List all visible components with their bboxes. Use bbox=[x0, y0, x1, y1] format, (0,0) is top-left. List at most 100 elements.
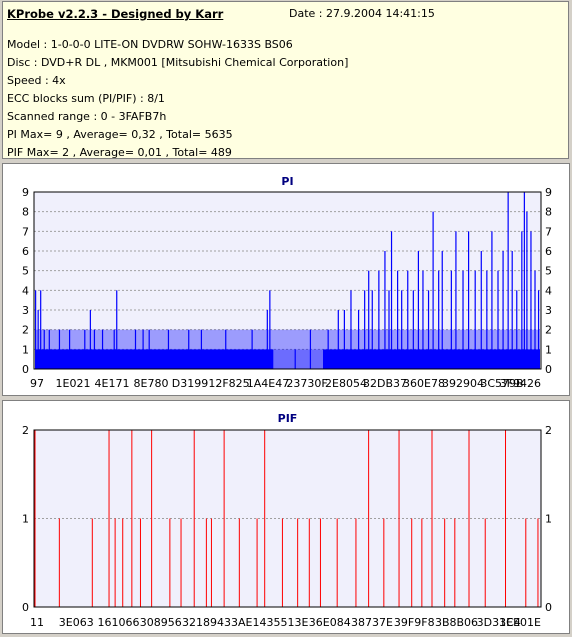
y-tick-label-right: 1 bbox=[545, 343, 552, 356]
x-tick-label: 3B8B06 bbox=[435, 616, 478, 629]
x-tick-label: 3E063 bbox=[59, 616, 94, 629]
pi-baseline-fill bbox=[35, 349, 274, 369]
data-bar bbox=[537, 290, 540, 369]
data-bar bbox=[264, 430, 266, 607]
data-bar bbox=[378, 270, 380, 369]
data-bar bbox=[294, 349, 296, 369]
x-tick-label: 2E8054 bbox=[325, 377, 367, 390]
data-bar bbox=[188, 329, 190, 369]
data-bar bbox=[530, 231, 532, 369]
y-tick-label-left: 0 bbox=[22, 363, 29, 376]
pi-band-fill bbox=[35, 329, 540, 350]
y-tick-label-left: 1 bbox=[22, 513, 29, 526]
data-bar bbox=[297, 518, 299, 607]
x-tick-label: 33AE14 bbox=[224, 616, 266, 629]
ecc-line: ECC blocks sum (PI/PIF) : 8/1 bbox=[7, 92, 165, 105]
data-bar bbox=[357, 310, 360, 369]
y-tick-label-left: 5 bbox=[22, 265, 29, 278]
data-bar bbox=[444, 518, 446, 607]
y-tick-label-right: 6 bbox=[545, 245, 552, 258]
data-bar bbox=[441, 251, 443, 369]
data-bar bbox=[355, 518, 357, 607]
data-bar bbox=[327, 329, 329, 369]
y-tick-label-right: 8 bbox=[545, 206, 552, 219]
data-bar bbox=[113, 329, 115, 369]
data-bar bbox=[491, 231, 493, 369]
data-bar bbox=[343, 310, 345, 369]
data-bar bbox=[497, 270, 499, 369]
x-tick-label: 97 bbox=[30, 377, 44, 390]
data-bar bbox=[238, 518, 240, 607]
y-tick-label-right: 0 bbox=[545, 601, 552, 614]
data-bar bbox=[167, 329, 170, 369]
y-tick-label-left: 9 bbox=[22, 186, 29, 199]
data-bar bbox=[384, 251, 386, 369]
data-bar bbox=[450, 270, 452, 369]
data-bar bbox=[91, 518, 93, 607]
data-bar bbox=[480, 251, 482, 369]
x-tick-label: 12F825 bbox=[208, 377, 249, 390]
data-bar bbox=[58, 329, 61, 369]
data-bar bbox=[390, 231, 393, 369]
x-tick-label: 3F9426 bbox=[500, 377, 541, 390]
data-bar bbox=[309, 329, 312, 369]
x-tick-label: D3199 bbox=[172, 377, 208, 390]
data-bar bbox=[34, 430, 36, 607]
data-bar bbox=[412, 290, 414, 369]
data-bar bbox=[467, 231, 470, 369]
y-tick-label-right: 1 bbox=[545, 513, 552, 526]
y-tick-label-right: 7 bbox=[545, 225, 552, 238]
data-bar bbox=[516, 290, 518, 369]
pi-baseline-fill bbox=[322, 349, 540, 369]
speed-line: Speed : 4x bbox=[7, 74, 66, 87]
y-tick-label-left: 6 bbox=[22, 245, 29, 258]
data-bar bbox=[526, 211, 528, 369]
y-tick-label-right: 2 bbox=[545, 324, 552, 337]
scan-info-panel: KProbe v2.2.3 - Designed by Karr Date : … bbox=[2, 1, 569, 159]
data-bar bbox=[521, 231, 523, 369]
data-bar bbox=[210, 518, 212, 607]
data-bar bbox=[397, 270, 399, 369]
x-tick-label: 36E084 bbox=[309, 616, 351, 629]
data-bar bbox=[114, 518, 116, 607]
data-bar bbox=[511, 251, 513, 369]
pif-summary-line: PIF Max= 2 , Average= 0,01 , Total= 489 bbox=[7, 146, 232, 159]
data-bar bbox=[427, 290, 430, 369]
x-tick-label: 392904 bbox=[442, 377, 484, 390]
x-tick-label: 1E021 bbox=[56, 377, 91, 390]
x-tick-label: 4E171 bbox=[95, 377, 130, 390]
data-bar bbox=[534, 270, 536, 369]
scan-date: Date : 27.9.2004 14:41:15 bbox=[289, 7, 435, 20]
data-bar bbox=[48, 329, 50, 369]
data-bar bbox=[180, 518, 182, 607]
pif-chart-panel: PIF 0 0 1 1 2 2 11 3E063 161066 308956 321894 33AE14… bbox=[2, 400, 570, 634]
data-bar bbox=[474, 270, 476, 369]
x-tick-label: 321894 bbox=[182, 616, 224, 629]
chart-title: PIF bbox=[278, 412, 298, 425]
disc-line: Disc : DVD+R DL , MKM001 [Mitsubishi Che… bbox=[7, 56, 349, 69]
data-bar bbox=[462, 270, 464, 369]
data-bar bbox=[364, 290, 366, 369]
data-bar bbox=[200, 329, 203, 369]
data-bar bbox=[411, 518, 413, 607]
data-bar bbox=[417, 251, 420, 369]
data-bar bbox=[484, 518, 486, 607]
data-bar bbox=[281, 518, 283, 607]
x-tick-label: 308956 bbox=[140, 616, 182, 629]
pi-chart-panel: PI 0 0 1 1 2 2 3 3 4 4 5 5 6 6 7 7 8 8 9 9 97 1E021 4E171 8E780 D… bbox=[2, 163, 570, 396]
x-tick-label: 3EE01E bbox=[499, 616, 541, 629]
data-bar bbox=[223, 430, 225, 607]
pi-chart: PI 0 0 1 1 2 2 3 3 4 4 5 5 6 6 7 7 8 8 9 9 97 1E021 4E171 8E780 D… bbox=[22, 175, 552, 390]
data-bar bbox=[169, 518, 171, 607]
x-tick-label: 8E780 bbox=[134, 377, 169, 390]
data-bar bbox=[35, 290, 37, 369]
x-tick-label: 1A4E47 bbox=[247, 377, 289, 390]
y-tick-label-right: 4 bbox=[545, 284, 552, 297]
data-bar bbox=[337, 310, 339, 369]
data-bar bbox=[108, 430, 110, 607]
y-tick-label-left: 2 bbox=[22, 424, 29, 437]
data-bar bbox=[266, 310, 268, 369]
data-bar bbox=[502, 251, 504, 369]
data-bar bbox=[336, 518, 338, 607]
x-tick-label: 38737E bbox=[351, 616, 393, 629]
